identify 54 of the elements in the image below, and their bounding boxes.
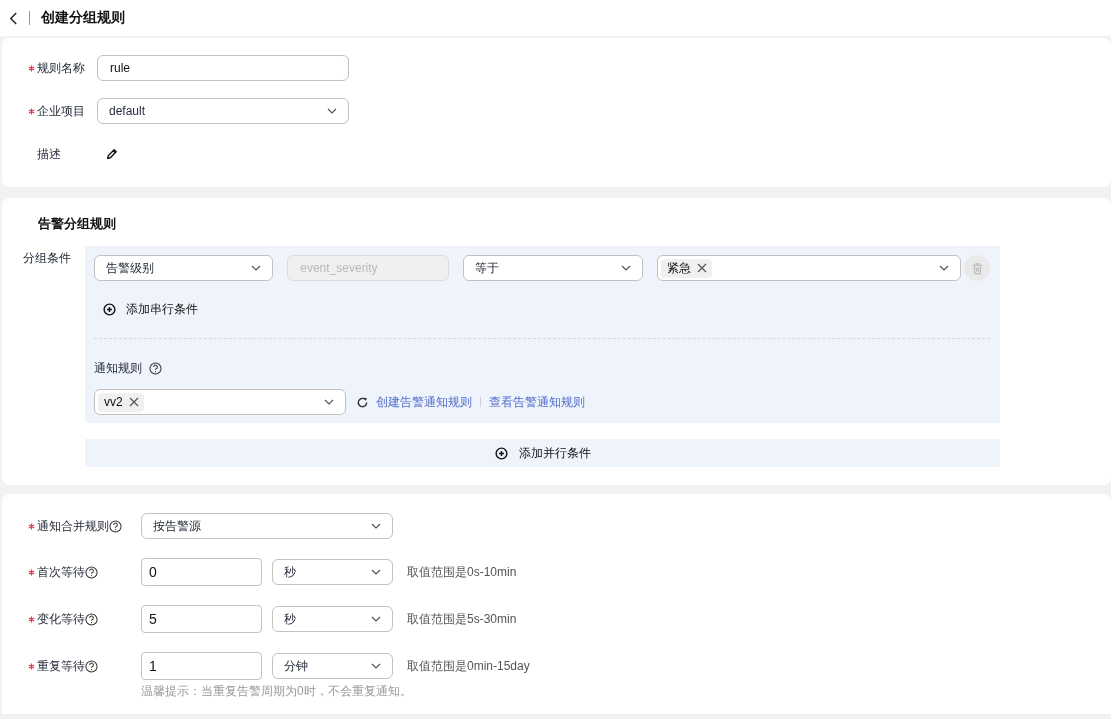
multi-select[interactable]: 紧急: [656, 255, 962, 281]
dropdown-select[interactable]: 秒: [272, 559, 393, 585]
field-label: 分组条件: [22, 250, 72, 267]
dropdown-select[interactable]: 等于: [463, 255, 643, 281]
field-label: 变化等待: [37, 610, 85, 628]
dropdown-select[interactable]: 告警级别: [94, 255, 274, 281]
select-value: 分钟: [284, 657, 308, 675]
select-value: default: [109, 104, 146, 118]
field-label: 重复等待: [37, 657, 85, 675]
tag-label: vv2: [104, 395, 123, 409]
text-input[interactable]: rule: [97, 55, 349, 81]
select-value: 秒: [284, 610, 296, 628]
page-title: 创建分组规则: [41, 9, 125, 27]
select-value: 按告警源: [153, 517, 201, 535]
range-hint: 取值范围是0min-15day: [407, 657, 530, 675]
multi-select[interactable]: vv2: [94, 389, 346, 415]
range-hint: 取值范围是0s-10min: [407, 563, 517, 581]
help-icon[interactable]: [85, 565, 98, 579]
remove-icon[interactable]: [696, 263, 707, 273]
dropdown-select[interactable]: 按告警源: [141, 513, 393, 539]
help-icon[interactable]: [149, 362, 162, 375]
remove-icon[interactable]: [128, 397, 139, 407]
range-hint: 取值范围是5s-30min: [407, 610, 517, 628]
add-icon: [494, 446, 508, 460]
link[interactable]: 查看告警通知规则: [489, 393, 585, 411]
number-input[interactable]: 1: [141, 652, 262, 680]
field-label: 首次等待: [37, 563, 85, 581]
hint-text: 温馨提示：当重复告警周期为0时，不会重复通知。: [141, 683, 413, 700]
field-label: 企业项目: [37, 102, 85, 120]
add-icon: [103, 302, 116, 316]
field-label: 通知合并规则: [37, 517, 109, 535]
field-label: 通知规则: [94, 360, 142, 377]
select-value: 等于: [475, 259, 500, 277]
number-input[interactable]: 5: [141, 605, 262, 633]
dropdown-select[interactable]: default: [97, 98, 349, 124]
link[interactable]: 创建告警通知规则: [376, 393, 472, 411]
back-icon[interactable]: [9, 11, 18, 25]
help-icon[interactable]: [85, 659, 98, 673]
help-icon[interactable]: [85, 612, 98, 626]
help-icon[interactable]: [109, 519, 122, 533]
add-parallel-button[interactable]: 添加并行条件: [85, 439, 1000, 467]
edit-icon[interactable]: [106, 148, 118, 160]
select-value: 秒: [284, 563, 296, 581]
section-title: 告警分组规则: [38, 215, 117, 233]
field-label: 规则名称: [37, 59, 85, 77]
dropdown-select[interactable]: 秒: [272, 606, 393, 632]
select-value: 告警级别: [106, 259, 154, 277]
trash-icon: [970, 261, 984, 275]
add-serial-button[interactable]: 添加串行条件: [103, 300, 198, 318]
field-label: 描述: [37, 145, 61, 163]
number-input[interactable]: 0: [141, 558, 262, 586]
refresh-icon[interactable]: [356, 395, 369, 409]
tag-label: 紧急: [666, 259, 691, 277]
dropdown-select[interactable]: 分钟: [272, 653, 393, 679]
